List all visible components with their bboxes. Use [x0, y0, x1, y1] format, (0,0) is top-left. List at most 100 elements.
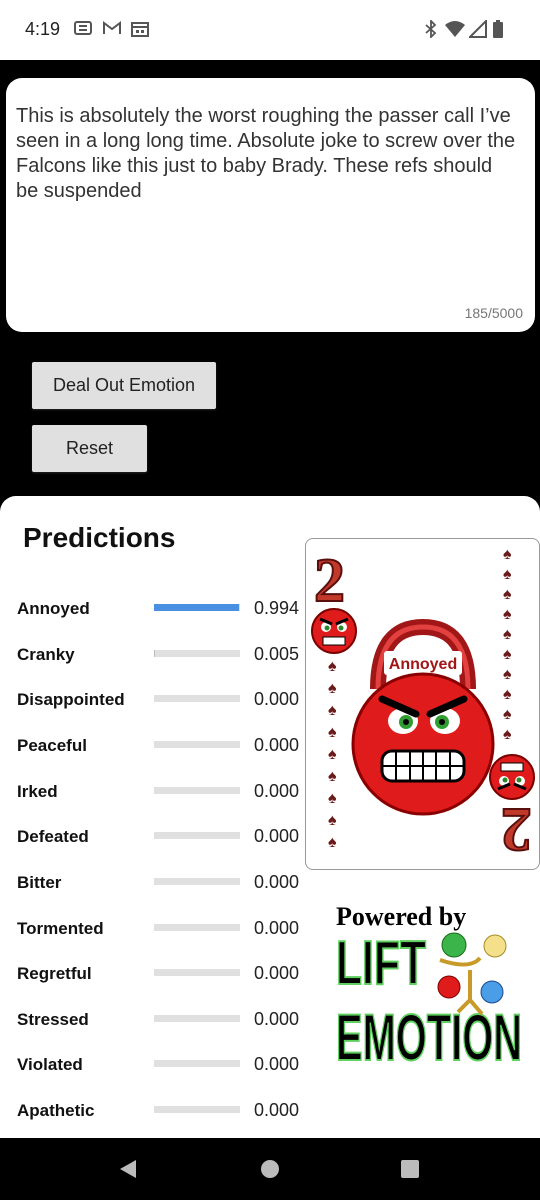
prediction-bar [154, 741, 240, 748]
prediction-bar [154, 832, 240, 839]
recents-nav-icon[interactable] [400, 1159, 420, 1179]
prediction-row: Defeated 0.000 [0, 821, 310, 851]
prediction-row: Violated 0.000 [0, 1049, 310, 1079]
prediction-label: Tormented [17, 919, 104, 938]
predictions-title: Predictions [23, 522, 176, 553]
svg-text:♠: ♠ [503, 706, 512, 723]
card-rank-top: 2 [314, 547, 345, 615]
prediction-label: Defeated [17, 827, 89, 846]
character-counter: 185/5000 [464, 305, 523, 321]
svg-text:♠: ♠ [328, 834, 337, 851]
gmail-icon [103, 21, 121, 34]
svg-text:♠: ♠ [328, 702, 337, 719]
prediction-bar-fill [154, 604, 240, 611]
prediction-bar [154, 1060, 240, 1067]
prediction-row: Annoyed 0.994 [0, 593, 310, 623]
prediction-label: Stressed [17, 1010, 89, 1029]
comment-text[interactable]: This is absolutely the worst roughing th… [16, 104, 516, 204]
prediction-row: Irked 0.000 [0, 776, 310, 806]
prediction-row: Cranky 0.005 [0, 639, 310, 669]
prediction-value: 0.000 [254, 1054, 300, 1074]
reset-button[interactable]: Reset [32, 425, 147, 472]
svg-text:♠: ♠ [503, 566, 512, 583]
home-nav-icon[interactable] [260, 1159, 280, 1179]
logo-lift-text: LIFT [336, 929, 426, 998]
back-nav-icon[interactable] [117, 1158, 139, 1180]
big-angry-face-icon [351, 672, 495, 816]
system-nav-bar [0, 1138, 540, 1200]
prediction-bar [154, 787, 240, 794]
svg-text:♠: ♠ [503, 646, 512, 663]
prediction-label: Peaceful [17, 736, 87, 755]
prediction-value: 0.000 [254, 872, 300, 892]
prediction-value: 0.000 [254, 735, 300, 755]
prediction-label: Regretful [17, 964, 92, 983]
small-angry-face-icon [311, 608, 357, 654]
signal-icon [469, 20, 487, 38]
spade-column-left: ♠ ♠ ♠ ♠ ♠ ♠ ♠ ♠ ♠ [328, 658, 337, 851]
prediction-value: 0.000 [254, 689, 300, 709]
prediction-value: 0.005 [254, 644, 300, 664]
prediction-bar [154, 924, 240, 931]
prediction-label: Violated [17, 1055, 83, 1074]
svg-text:♠: ♠ [328, 768, 337, 785]
prediction-bar-fill [154, 650, 155, 657]
battery-icon [493, 20, 503, 38]
prediction-value: 0.000 [254, 1100, 300, 1120]
prediction-row: Apathetic 0.000 [0, 1095, 310, 1125]
svg-text:♠: ♠ [328, 790, 337, 807]
svg-text:♠: ♠ [503, 546, 512, 563]
svg-text:♠: ♠ [503, 586, 512, 603]
bluetooth-icon [425, 20, 437, 38]
prediction-row: Peaceful 0.000 [0, 730, 310, 760]
prediction-value: 0.000 [254, 826, 300, 846]
prediction-label: Disappointed [17, 690, 125, 709]
emotion-card: 2 2 ♠ ♠ ♠ ♠ ♠ ♠ ♠ ♠ ♠ ♠ ♠ ♠ ♠ ♠ ♠ ♠ ♠ ♠ … [305, 538, 540, 870]
prediction-row: Disappointed 0.000 [0, 684, 310, 714]
deal-out-emotion-button[interactable]: Deal Out Emotion [32, 362, 216, 409]
prediction-value: 0.000 [254, 963, 300, 983]
card-emotion-label: Annoyed [389, 656, 457, 673]
svg-text:♠: ♠ [503, 686, 512, 703]
prediction-row: Tormented 0.000 [0, 913, 310, 943]
status-bar: 4:19 [0, 0, 540, 60]
prediction-row: Regretful 0.000 [0, 958, 310, 988]
svg-text:♠: ♠ [328, 680, 337, 697]
prediction-bar [154, 878, 240, 885]
annoyed-card-art: 2 2 ♠ ♠ ♠ ♠ ♠ ♠ ♠ ♠ ♠ ♠ ♠ ♠ ♠ ♠♠ ♠♠ ♠♠ Annoyed [311, 546, 535, 864]
svg-text:♠: ♠ [503, 626, 512, 643]
calendar-icon [131, 22, 149, 37]
wifi-icon [445, 21, 465, 37]
logo-emotion-text: EMOTION [336, 1000, 522, 1074]
prediction-value: 0.000 [254, 918, 300, 938]
lift-emotion-logo: Powered by LIFT EMOTION [330, 900, 530, 1100]
prediction-label: Bitter [17, 873, 62, 892]
comment-textarea[interactable]: This is absolutely the worst roughing th… [6, 78, 535, 332]
prediction-bar [154, 695, 240, 702]
svg-text:♠: ♠ [503, 666, 512, 683]
prediction-bar [154, 969, 240, 976]
prediction-bar [154, 1015, 240, 1022]
prediction-label: Apathetic [17, 1101, 95, 1120]
prediction-row: Stressed 0.000 [0, 1004, 310, 1034]
prediction-value: 0.000 [254, 781, 300, 801]
svg-text:♠: ♠ [328, 658, 337, 675]
prediction-label: Cranky [17, 645, 75, 664]
prediction-row: Bitter 0.000 [0, 867, 310, 897]
svg-text:♠: ♠ [328, 812, 337, 829]
prediction-label: Irked [17, 782, 58, 801]
card-rank-bottom: 2 [501, 795, 532, 863]
prediction-label: Annoyed [17, 599, 90, 618]
spade-column-right: ♠ ♠ ♠ ♠ ♠ ♠ ♠ ♠ ♠ ♠ [503, 546, 512, 743]
prediction-bar [154, 650, 240, 657]
prediction-bar [154, 604, 240, 611]
news-notification-icon [74, 21, 92, 35]
prediction-bar [154, 1106, 240, 1113]
small-angry-face-icon [489, 754, 535, 800]
svg-text:♠: ♠ [503, 606, 512, 623]
svg-text:♠: ♠ [503, 726, 512, 743]
prediction-value: 0.994 [254, 598, 300, 618]
svg-text:♠: ♠ [328, 724, 337, 741]
prediction-value: 0.000 [254, 1009, 300, 1029]
clock: 4:19 [25, 19, 61, 39]
